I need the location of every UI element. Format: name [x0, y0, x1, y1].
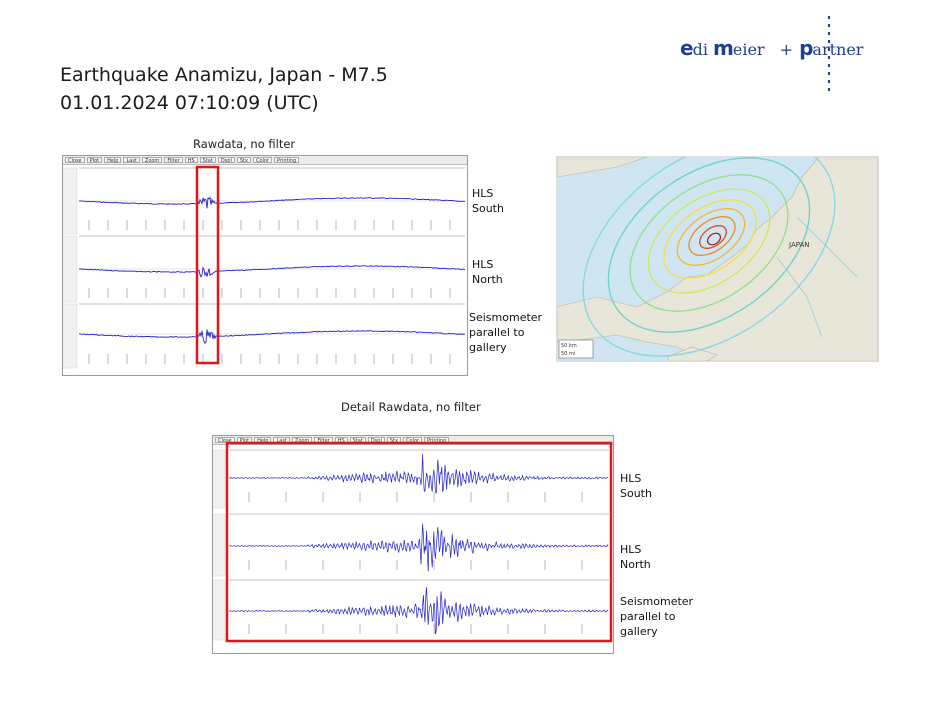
seismic-trace-2 [79, 329, 466, 345]
map-country-label: JAPAN [788, 241, 810, 249]
intensity-map: JAPAN 50 km 50 mi [556, 156, 879, 362]
bottom-label-hls-north: HLS North [620, 543, 651, 571]
detail-seismic-trace-0 [229, 454, 609, 494]
channel-side-controls [63, 303, 78, 369]
slide-title-line2: 01.01.2024 07:10:09 (UTC) [60, 92, 319, 114]
bottom-caption: Detail Rawdata, no filter [341, 400, 481, 414]
rawdata-traces [63, 165, 466, 369]
top-label-hls-south: HLS South [472, 187, 504, 215]
bottom-label-seismometer: Seismometer parallel to gallery [620, 595, 694, 638]
seismic-trace-1 [78, 265, 466, 278]
svg-text:50 mi: 50 mi [561, 351, 575, 357]
detail-side-controls [213, 449, 226, 509]
channel-side-controls [63, 235, 78, 303]
rawdata-seismogram: Close Plot Help Last Zoom Filter HS Stat Dspl Stx… [62, 155, 468, 376]
logo-divider [828, 16, 830, 94]
seismic-trace-0 [78, 196, 466, 209]
channel-side-controls [63, 167, 78, 235]
detail-traces [213, 441, 613, 643]
bottom-label-hls-south: HLS South [620, 472, 652, 500]
svg-text:50 km: 50 km [561, 343, 577, 349]
detail-side-controls [213, 513, 226, 577]
top-label-seismometer: Seismometer parallel to gallery [469, 311, 543, 354]
top-label-hls-north: HLS North [472, 258, 503, 286]
company-logo: edi meier + partner [680, 36, 864, 60]
map-scale-bar: 50 km 50 mi [558, 339, 594, 359]
detail-seismogram: Close Plot Help Last Zoom Filter HS Stat Dspl Stx… [212, 435, 614, 654]
slide-title-line1: Earthquake Anamizu, Japan - M7.5 [60, 64, 388, 86]
detail-side-controls [213, 579, 226, 641]
intensity-map-graphic: JAPAN 50 km 50 mi [557, 157, 878, 361]
top-caption: Rawdata, no filter [193, 137, 296, 151]
